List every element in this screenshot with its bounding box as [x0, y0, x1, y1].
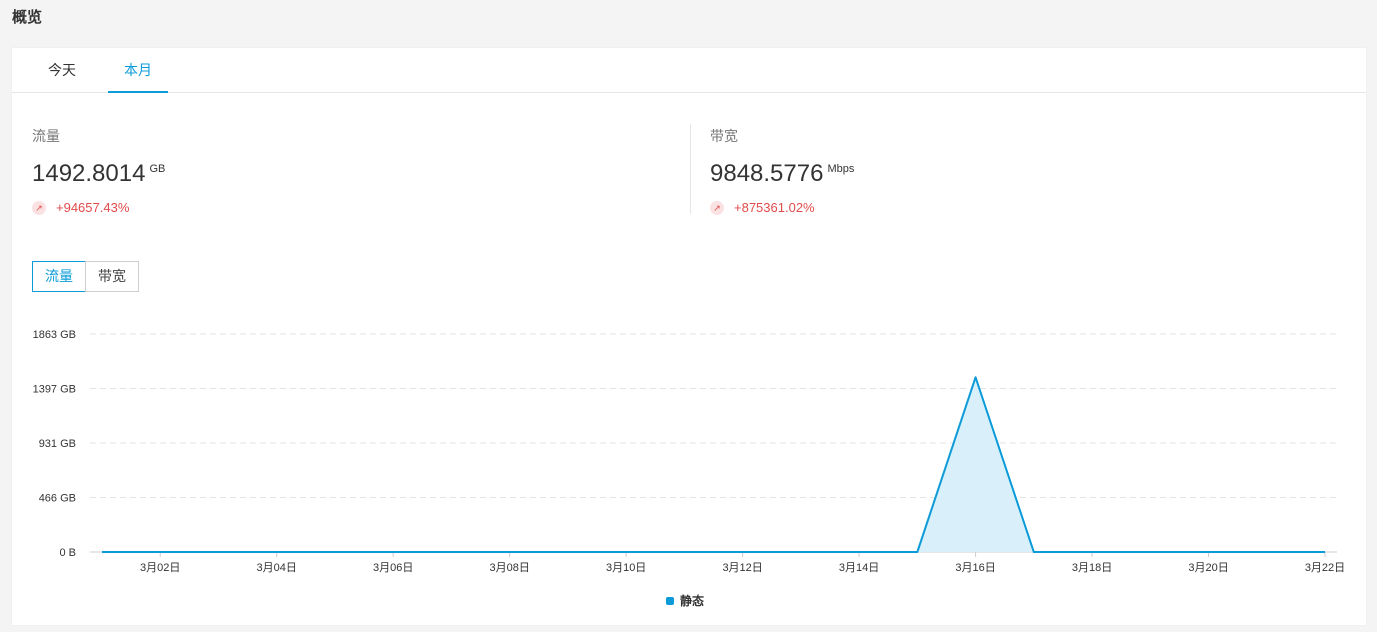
trend-up-icon: ↗	[710, 200, 724, 215]
traffic-chart: 0 B 466 GB 931 GB 1397 GB 1863 GB 3月02日 3月04日 3…	[33, 329, 1346, 574]
series-area	[102, 377, 1325, 552]
bandwidth-change: +875361.02%	[734, 200, 815, 215]
chart-metric-switch: 流量 带宽	[32, 261, 139, 292]
x-tick-label: 3月22日	[1305, 562, 1345, 574]
traffic-metric: 流量 1492.8014 GB ↗ +94657.43%	[32, 126, 165, 215]
x-tick-label: 3月04日	[257, 562, 297, 574]
page-title: 概览	[12, 9, 43, 26]
x-tick-label: 3月08日	[489, 562, 529, 574]
x-tick-label: 3月06日	[373, 562, 413, 574]
traffic-value: 1492.8014	[32, 160, 146, 187]
x-tick-label: 3月02日	[140, 562, 180, 574]
x-tick-label: 3月16日	[955, 562, 995, 574]
traffic-unit: GB	[149, 163, 166, 175]
x-tick-label: 3月12日	[722, 562, 762, 574]
y-tick-label: 0 B	[59, 547, 76, 559]
x-tick-label: 3月18日	[1072, 562, 1112, 574]
bandwidth-unit: Mbps	[827, 163, 855, 175]
tab-today[interactable]: 今天	[36, 48, 88, 92]
x-tick-label: 3月20日	[1188, 562, 1228, 574]
y-tick-label: 466 GB	[39, 492, 76, 504]
chart-legend[interactable]: 静态	[666, 592, 704, 609]
tab-this-month[interactable]: 本月	[108, 48, 168, 93]
metric-divider	[690, 124, 691, 214]
traffic-label: 流量	[32, 128, 60, 144]
switch-bandwidth-button[interactable]: 带宽	[85, 261, 139, 292]
switch-traffic-button[interactable]: 流量	[32, 261, 86, 292]
series-line	[102, 376, 1325, 553]
y-tick-label: 1863 GB	[33, 329, 76, 341]
traffic-change: +94657.43%	[56, 200, 130, 215]
bandwidth-value: 9848.5776	[710, 160, 824, 187]
x-tick-label: 3月14日	[839, 562, 879, 574]
y-tick-label: 1397 GB	[33, 384, 76, 396]
legend-label: 静态	[680, 594, 705, 608]
trend-up-icon: ↗	[32, 200, 46, 215]
bandwidth-label: 带宽	[710, 128, 738, 144]
overview-card: 今天 本月 流量 1492.8014 GB ↗ +94657.43% 带宽 984…	[12, 48, 1366, 625]
y-tick-label: 931 GB	[39, 438, 76, 450]
legend-swatch	[666, 596, 674, 605]
x-tick-label: 3月10日	[606, 562, 646, 574]
bandwidth-metric: 带宽 9848.5776 Mbps ↗ +875361.02%	[710, 126, 854, 215]
period-tabs: 今天 本月	[12, 48, 1366, 93]
